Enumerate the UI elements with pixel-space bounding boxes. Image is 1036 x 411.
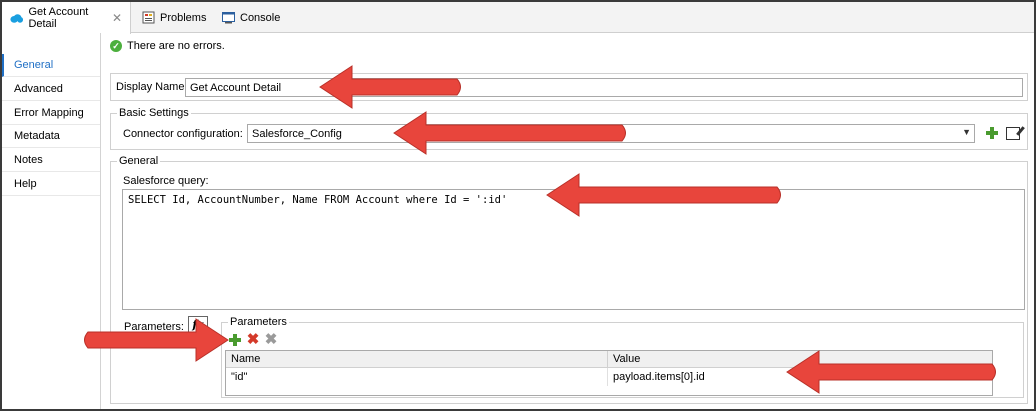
add-parameter-icon[interactable]: [228, 333, 242, 347]
tab-bar: Get Account Detail ✕ Problems Console: [2, 2, 1034, 34]
salesforce-cloud-icon: [10, 13, 24, 23]
fx-icon: fx: [192, 318, 204, 331]
properties-nav: General Advanced Error Mapping Metadata …: [2, 33, 101, 409]
display-name-label: Display Name:: [116, 81, 188, 93]
delete-parameter-icon[interactable]: ✖: [246, 332, 260, 347]
fx-expression-toggle[interactable]: fx: [188, 316, 208, 334]
basic-settings-group: Basic Settings Connector configuration: …: [110, 107, 1028, 150]
nav-item-help[interactable]: Help: [2, 173, 100, 196]
tab-label: Get Account Detail: [28, 6, 89, 30]
tab-problems[interactable]: Problems: [134, 2, 214, 33]
console-icon: [222, 11, 235, 23]
display-name-value: Get Account Detail: [190, 81, 282, 94]
parameters-group: Parameters ✖ ✖ Name Value "id" payload.i…: [221, 316, 1024, 398]
parameters-table: Name Value "id" payload.items[0].id: [225, 350, 993, 396]
edit-config-icon[interactable]: [1006, 127, 1020, 140]
connector-config-value: Salesforce_Config: [252, 127, 342, 140]
check-icon: ✓: [110, 40, 122, 52]
nav-item-general[interactable]: General: [2, 54, 100, 77]
tab-get-account-detail[interactable]: Get Account Detail ✕: [2, 2, 131, 34]
problems-icon: [142, 11, 155, 24]
close-icon[interactable]: ✕: [112, 11, 122, 25]
basic-settings-title: Basic Settings: [117, 107, 191, 119]
display-name-group: Display Name: Get Account Detail: [110, 73, 1028, 101]
connector-config-label: Connector configuration:: [123, 128, 243, 140]
parameters-label: Parameters:: [124, 321, 184, 333]
table-cell-value[interactable]: payload.items[0].id: [608, 368, 992, 386]
parameters-title: Parameters: [228, 316, 289, 328]
connector-config-select[interactable]: Salesforce_Config ▼: [247, 124, 975, 143]
salesforce-query-value: SELECT Id, AccountNumber, Name FROM Acco…: [128, 194, 508, 206]
chevron-down-icon: ▼: [962, 127, 971, 137]
general-title: General: [117, 155, 161, 167]
nav-item-advanced[interactable]: Advanced: [2, 78, 100, 101]
salesforce-query-label: Salesforce query:: [123, 175, 209, 187]
add-config-icon[interactable]: [985, 126, 999, 140]
column-header-name: Name: [226, 351, 608, 368]
status-message: There are no errors.: [127, 40, 225, 52]
tab-label: Console: [240, 11, 281, 24]
tab-console[interactable]: Console: [214, 2, 288, 33]
nav-item-notes[interactable]: Notes: [2, 149, 100, 172]
nav-item-metadata[interactable]: Metadata: [2, 125, 100, 148]
status-bar: ✓ There are no errors.: [110, 40, 225, 52]
clear-parameters-icon[interactable]: ✖: [264, 332, 278, 347]
editor-window: Get Account Detail ✕ Problems Console Ge…: [0, 0, 1036, 411]
column-header-value: Value: [608, 351, 992, 368]
table-cell-name[interactable]: "id": [226, 368, 608, 386]
nav-item-error-mapping[interactable]: Error Mapping: [2, 102, 100, 125]
properties-panel: ✓ There are no errors. Display Name: Get…: [102, 33, 1034, 409]
display-name-input[interactable]: Get Account Detail: [185, 78, 1023, 97]
tab-label: Problems: [160, 11, 207, 24]
salesforce-query-textarea[interactable]: SELECT Id, AccountNumber, Name FROM Acco…: [122, 189, 1025, 310]
general-group: General Salesforce query: SELECT Id, Acc…: [110, 155, 1028, 404]
